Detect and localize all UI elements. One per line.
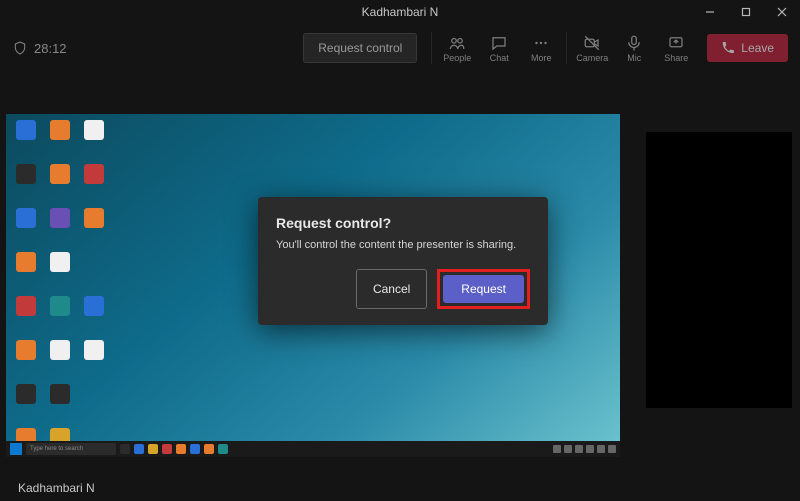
taskbar-icon[interactable] xyxy=(134,444,144,454)
more-icon xyxy=(532,34,550,52)
taskbar-icon[interactable] xyxy=(120,444,130,454)
windows-taskbar: Type here to search xyxy=(6,441,620,457)
taskbar-icon[interactable] xyxy=(190,444,200,454)
taskbar-icon[interactable] xyxy=(148,444,158,454)
request-control-dialog: Request control? You'll control the cont… xyxy=(258,197,548,325)
taskbar-icon[interactable] xyxy=(204,444,214,454)
camera-button[interactable]: Camera xyxy=(571,28,613,68)
shield-icon xyxy=(12,40,28,56)
minimize-button[interactable] xyxy=(692,0,728,24)
more-button[interactable]: More xyxy=(520,28,562,68)
desktop-icons xyxy=(12,120,112,457)
camera-off-icon xyxy=(583,34,601,52)
leave-icon xyxy=(721,41,735,55)
dialog-buttons: Cancel Request xyxy=(276,269,530,309)
mic-button[interactable]: Mic xyxy=(613,28,655,68)
presenter-name: Kadhambari N xyxy=(18,481,95,495)
meeting-duration: 28:12 xyxy=(12,40,67,56)
chat-icon xyxy=(490,34,508,52)
taskbar-icon[interactable] xyxy=(162,444,172,454)
maximize-button[interactable] xyxy=(728,0,764,24)
separator xyxy=(431,32,432,64)
chat-button[interactable]: Chat xyxy=(478,28,520,68)
dialog-title: Request control? xyxy=(276,215,530,231)
people-icon xyxy=(448,34,466,52)
highlight-ring: Request xyxy=(437,269,530,309)
mic-icon xyxy=(625,34,643,52)
window-title: Kadhambari N xyxy=(362,5,439,19)
window-controls xyxy=(692,0,800,24)
close-button[interactable] xyxy=(764,0,800,24)
request-button[interactable]: Request xyxy=(443,275,524,303)
participant-video xyxy=(646,132,792,408)
taskbar-icon[interactable] xyxy=(176,444,186,454)
meeting-toolbar: 28:12 Request control People Chat More C… xyxy=(0,24,800,72)
share-button[interactable]: Share xyxy=(655,28,697,68)
system-tray xyxy=(553,445,616,453)
separator xyxy=(566,32,567,64)
taskbar-search[interactable]: Type here to search xyxy=(26,443,116,455)
dialog-body: You'll control the content the presenter… xyxy=(276,239,530,251)
titlebar: Kadhambari N xyxy=(0,0,800,24)
people-button[interactable]: People xyxy=(436,28,478,68)
start-button[interactable] xyxy=(10,443,22,455)
taskbar-icon[interactable] xyxy=(218,444,228,454)
cancel-button[interactable]: Cancel xyxy=(356,269,427,309)
request-control-button[interactable]: Request control xyxy=(303,33,417,63)
teams-meeting-window: Kadhambari N 28:12 Request control Peopl… xyxy=(0,0,800,501)
leave-button[interactable]: Leave xyxy=(707,34,788,62)
meeting-time: 28:12 xyxy=(34,41,67,56)
share-icon xyxy=(667,34,685,52)
